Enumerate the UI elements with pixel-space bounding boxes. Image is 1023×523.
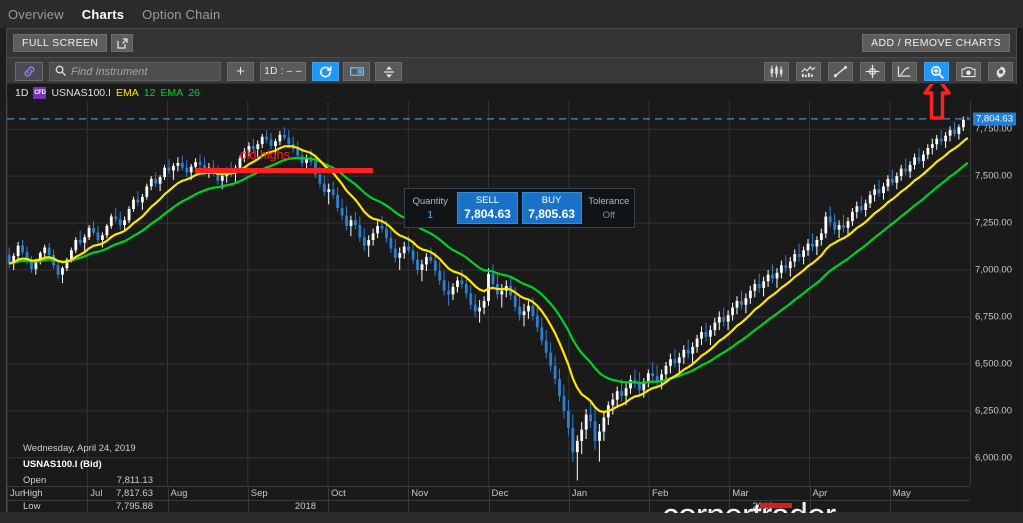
time-axis-tick-mark	[488, 487, 490, 513]
sell-button[interactable]: SELL 7,804.63	[457, 192, 518, 224]
price-axis-tick: 7,500.00	[975, 170, 1012, 182]
current-price-tag[interactable]: 7,804.63	[973, 112, 1016, 126]
ohlc-low-key: Low	[23, 501, 41, 512]
time-axis-tick: Jan	[571, 488, 588, 499]
candlestick-type-icon[interactable]	[764, 62, 789, 81]
candlestick-svg	[7, 101, 970, 486]
price-axis-tick: 6,750.00	[975, 311, 1012, 323]
cfd-badge: CFD	[33, 86, 47, 99]
time-axis-tick-mark	[649, 487, 650, 513]
countdown-button[interactable]: 1D : – –	[260, 62, 306, 81]
search-icon	[55, 63, 66, 81]
time-axis-tick: Nov	[411, 488, 429, 499]
ohlc-date: Wednesday, April 24, 2019	[23, 443, 136, 454]
quantity-label: Quantity	[412, 195, 448, 207]
tolerance-value: Off	[602, 209, 616, 221]
quantity-value: 1	[427, 208, 434, 221]
price-axis-tick: 6,250.00	[975, 405, 1012, 417]
drawing-tools-icon[interactable]	[892, 62, 917, 81]
settings-gear-icon[interactable]	[988, 62, 1013, 81]
chart-legend-header: 1D CFD USNAS100.I EMA 12 EMA 26	[7, 84, 1018, 101]
time-axis-tick: Aug	[170, 488, 188, 499]
time-axis-tick-mark	[247, 487, 249, 513]
time-axis-tick-mark	[167, 487, 169, 513]
buy-button[interactable]: BUY 7,805.63	[521, 192, 582, 224]
price-axis-tick: 7,000.00	[975, 264, 1012, 276]
price-axis-tick: 6,500.00	[975, 358, 1012, 370]
tolerance-field[interactable]: Tolerance Off	[584, 189, 634, 227]
window-toolbar: FULL SCREEN ADD / REMOVE CHARTS	[7, 29, 1016, 57]
chart-canvas[interactable]: 1D CFD USNAS100.I EMA 12 EMA 26 7,750.00…	[7, 84, 1018, 513]
search-input[interactable]	[71, 65, 201, 78]
time-axis-tick: Sep	[250, 488, 268, 499]
main-navigation: Overview Charts Option Chain	[0, 0, 1023, 28]
chart-symbol-label: USNAS100.I	[51, 86, 111, 99]
ema12-legend-period: 12	[143, 86, 156, 99]
ohlc-open-value: 7,811.13	[116, 475, 153, 486]
cornertrader-watermark: cornertrader	[662, 497, 836, 513]
trading-platform-window: Overview Charts Option Chain FULL SCREEN…	[0, 0, 1023, 523]
price-plot[interactable]	[7, 101, 970, 486]
ema26-legend-period: 26	[188, 86, 200, 99]
refresh-icon[interactable]	[312, 62, 339, 81]
search-instrument-box[interactable]	[49, 62, 221, 81]
status-bar	[0, 512, 1023, 523]
fullscreen-button[interactable]: FULL SCREEN	[13, 34, 108, 52]
popout-icon[interactable]	[111, 34, 133, 52]
zoom-icon[interactable]	[924, 62, 949, 81]
vertical-scale-icon[interactable]	[375, 62, 402, 81]
time-axis-tick: Oct	[331, 488, 346, 499]
add-remove-charts-button[interactable]: ADD / REMOVE CHARTS	[862, 34, 1010, 52]
buy-label: BUY	[541, 195, 562, 206]
trendline-icon[interactable]	[828, 62, 853, 81]
table-row: High 7,817.63	[23, 487, 153, 500]
old-highs-annotation-label: old highs	[239, 148, 290, 163]
chart-timeframe-label: 1D	[15, 86, 29, 99]
ema12-legend-label: EMA	[115, 86, 139, 99]
table-row: Low 7,795.88	[23, 500, 153, 513]
ohlc-table: Open 7,811.13 High 7,817.63 Low 7,795.88…	[23, 474, 153, 513]
sell-price: 7,804.63	[464, 207, 511, 221]
link-icon[interactable]	[15, 62, 43, 81]
sell-label: SELL	[475, 195, 500, 206]
chart-window: FULL SCREEN ADD / REMOVE CHARTS Find Ins…	[6, 28, 1018, 513]
instrument-toolbar: + 1D : – –	[7, 57, 1016, 84]
indicators-icon[interactable]	[796, 62, 821, 81]
table-row: Open 7,811.13	[23, 474, 153, 487]
ohlc-low-value: 7,795.88	[116, 501, 153, 512]
time-axis-tick: May	[892, 488, 911, 499]
time-axis-tick-mark	[7, 487, 8, 513]
ohlc-high-value: 7,817.63	[116, 488, 153, 499]
time-axis-year: 2018	[294, 501, 317, 512]
ohlc-legend: Wednesday, April 24, 2019 USNAS100.I (Bi…	[23, 442, 153, 513]
price-axis-tick: 7,250.00	[975, 217, 1012, 229]
up-arrow-annotation	[923, 84, 951, 120]
time-axis-tick-mark	[328, 487, 329, 513]
ema26-legend-label: EMA	[160, 86, 184, 99]
crosshair-icon[interactable]	[860, 62, 885, 81]
nav-tab-charts[interactable]: Charts	[82, 7, 124, 22]
price-axis[interactable]: 7,750.00 7,500.00 7,250.00 7,000.00 6,750.00…	[970, 101, 1018, 486]
quantity-field[interactable]: Quantity 1	[405, 189, 455, 227]
time-axis-tick-mark	[408, 487, 410, 513]
time-axis-tick-mark	[889, 487, 891, 513]
buy-price: 7,805.63	[528, 207, 575, 221]
time-axis-tick: Dec	[491, 488, 509, 499]
ohlc-high-key: High	[23, 488, 43, 499]
nav-tab-overview[interactable]: Overview	[8, 7, 64, 22]
camera-icon[interactable]	[956, 62, 981, 81]
add-instrument-button[interactable]: +	[227, 62, 254, 81]
ohlc-open-key: Open	[23, 475, 47, 486]
price-axis-tick: 6,000.00	[975, 452, 1012, 464]
tolerance-label: Tolerance	[588, 195, 630, 207]
split-layout-icon[interactable]	[343, 62, 370, 81]
trade-ticket[interactable]: Quantity 1 SELL 7,804.63 BUY 7,805.63 To…	[404, 188, 635, 228]
time-axis-tick-mark	[568, 487, 570, 513]
nav-tab-option-chain[interactable]: Option Chain	[142, 7, 220, 22]
ohlc-symbol: USNAS100.I (Bid)	[23, 459, 102, 470]
